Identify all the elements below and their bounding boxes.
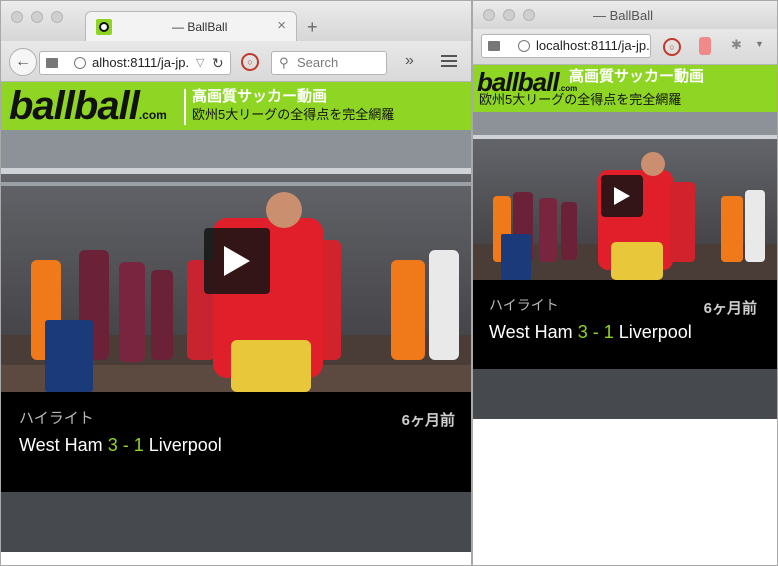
url-text: alhost:8111/ja-jp.	[92, 55, 190, 70]
window-controls	[11, 11, 63, 23]
away-team: Liverpool	[148, 435, 222, 455]
footer-bar	[1, 492, 471, 552]
ballball-logo[interactable]: ballball.com	[9, 86, 167, 135]
adblock-icon[interactable]: ○	[663, 38, 681, 56]
home-team: West Ham	[19, 435, 103, 455]
search-placeholder: Search	[297, 55, 339, 70]
zoom-window-button[interactable]	[51, 11, 63, 23]
away-team: Liverpool	[618, 322, 692, 342]
search-input[interactable]: ⚲ Search	[271, 51, 387, 75]
match-score: 3 - 1	[577, 322, 614, 342]
video-thumbnail[interactable]	[1, 130, 471, 392]
search-icon: ⚲	[279, 55, 289, 70]
window-controls	[483, 9, 535, 21]
site-title: 高画質サッカー動画	[192, 88, 328, 105]
adblock-icon[interactable]: ○	[241, 53, 259, 71]
home-team: West Ham	[489, 322, 573, 342]
play-icon	[224, 246, 250, 276]
match-result: West Ham 3 - 1 Liverpool	[489, 322, 692, 343]
right-nav-toolbar: localhost:8111/ja-jp. ○ ✱ ▼	[473, 29, 777, 65]
site-header: ballball.com 高画質サッカー動画 欧州5大リーグの全得点を完全網羅	[1, 82, 471, 131]
category-label: ハイライト	[489, 297, 559, 313]
play-icon	[614, 187, 630, 205]
logo-text: ballball	[9, 84, 140, 128]
address-bar[interactable]: alhost:8111/ja-jp. ▽ ↻	[39, 51, 231, 75]
zoom-window-button[interactable]	[523, 9, 535, 21]
dropdown-icon[interactable]: ▽	[196, 52, 204, 74]
window-title: — BallBall	[593, 8, 653, 23]
extension-gear-icon[interactable]: ✱	[731, 37, 742, 53]
right-title-bar: — BallBall	[473, 1, 777, 29]
site-subtitle: 欧州5大リーグの全得点を完全網羅	[479, 92, 682, 107]
play-button[interactable]	[601, 175, 643, 217]
video-info-card[interactable]: ハイライト 6ヶ月前 West Ham 3 - 1 Liverpool	[1, 392, 471, 492]
site-tagline: 高画質サッカー動画 欧州5大リーグの全得点を完全網羅	[192, 88, 394, 124]
logo-suffix: .com	[138, 108, 167, 122]
extension-dropdown-icon[interactable]: ▼	[755, 39, 764, 49]
posted-age: 6ヶ月前	[401, 412, 455, 429]
left-nav-toolbar: ← alhost:8111/ja-jp. ▽ ↻ ○ ⚲ Search »	[1, 41, 471, 82]
minimize-window-button[interactable]	[503, 9, 515, 21]
url-text: localhost:8111/ja-jp.	[536, 38, 650, 53]
page-icon	[46, 58, 58, 68]
header-divider	[184, 89, 186, 125]
site-title: 高画質サッカー動画	[569, 68, 705, 85]
tab-close-icon[interactable]: ×	[277, 17, 286, 34]
menu-hamburger-icon[interactable]	[441, 55, 457, 67]
match-result: West Ham 3 - 1 Liverpool	[19, 435, 222, 456]
back-arrow-icon[interactable]: ←	[9, 48, 37, 76]
left-browser-window: — BallBall × + ← alhost:8111/ja-jp. ▽ ↻ …	[0, 0, 472, 566]
globe-icon	[518, 40, 530, 52]
extension-jar-icon[interactable]	[699, 37, 711, 55]
globe-icon	[74, 57, 86, 69]
site-subtitle: 欧州5大リーグの全得点を完全網羅	[192, 107, 395, 122]
left-title-bar: — BallBall × +	[1, 1, 471, 42]
tab-title: — BallBall	[172, 20, 228, 34]
play-button[interactable]	[204, 228, 270, 294]
posted-age: 6ヶ月前	[703, 300, 757, 317]
video-info-card[interactable]: ハイライト 6ヶ月前 West Ham 3 - 1 Liverpool	[473, 280, 777, 369]
address-bar[interactable]: localhost:8111/ja-jp.	[481, 34, 651, 58]
close-window-button[interactable]	[483, 9, 495, 21]
footer-bar	[473, 369, 777, 419]
browser-tab[interactable]: — BallBall ×	[85, 11, 297, 42]
favicon-ball-icon	[96, 19, 112, 35]
new-tab-button[interactable]: +	[307, 17, 318, 38]
close-window-button[interactable]	[11, 11, 23, 23]
overflow-chevron-icon[interactable]: »	[405, 52, 414, 70]
right-browser-window: — BallBall localhost:8111/ja-jp. ○ ✱ ▼ b…	[472, 0, 778, 566]
reload-icon[interactable]: ↻	[212, 52, 224, 74]
minimize-window-button[interactable]	[31, 11, 43, 23]
site-tagline: 高画質サッカー動画 欧州5大リーグの全得点を完全網羅	[479, 67, 775, 109]
video-thumbnail[interactable]	[473, 112, 777, 280]
match-score: 3 - 1	[107, 435, 144, 455]
page-icon	[488, 41, 500, 51]
site-header: ballball.com 高画質サッカー動画 欧州5大リーグの全得点を完全網羅	[473, 65, 777, 113]
category-label: ハイライト	[19, 410, 94, 427]
